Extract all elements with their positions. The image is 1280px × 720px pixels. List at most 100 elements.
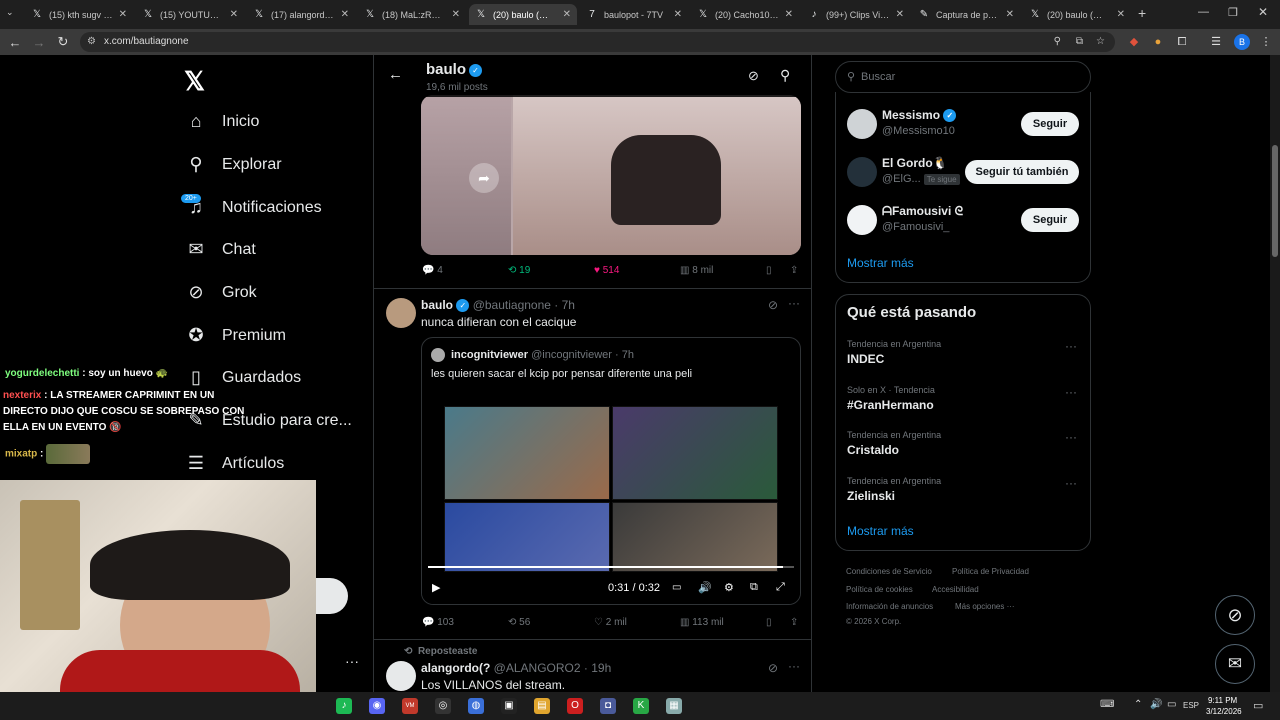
show-more-link[interactable]: Mostrar más — [847, 256, 914, 270]
more-options-icon[interactable]: ··· — [788, 296, 800, 310]
keyboard-icon[interactable]: ⌨ — [1100, 699, 1114, 710]
close-tab-icon[interactable]: ✕ — [1006, 9, 1014, 20]
footer-link[interactable]: Más opciones ··· — [955, 602, 1015, 611]
discord-icon[interactable]: ◉ — [369, 698, 385, 714]
forward-icon[interactable]: → — [27, 35, 51, 50]
follow-button[interactable]: Seguir — [1021, 208, 1079, 232]
tray-chevron-icon[interactable]: ⌃ — [1134, 699, 1142, 710]
fullscreen-icon[interactable]: ⤢ — [776, 581, 785, 594]
grok-icon[interactable]: ⊘ — [768, 298, 778, 312]
like-button[interactable]: ♥ 514 — [594, 265, 619, 276]
trend-more-icon[interactable]: ··· — [1065, 385, 1077, 399]
avatar[interactable] — [847, 109, 877, 139]
avatar[interactable] — [847, 205, 877, 235]
restore-icon[interactable]: ❐ — [1228, 6, 1238, 19]
clock-time[interactable]: 9:11 PM — [1208, 696, 1237, 705]
author-name[interactable]: baulo — [421, 298, 453, 312]
browser-tab[interactable]: 𝕏 (17) alangordo(? ✕ — [247, 4, 355, 25]
bookmark-icon[interactable]: ▯ — [766, 265, 772, 276]
follow-handle[interactable]: @Messismo10 — [882, 125, 955, 137]
footer-link[interactable]: Política de cookies — [846, 585, 913, 594]
sidebar-item-notificaciones[interactable]: ♫ Notificaciones — [186, 197, 321, 218]
extension-icon-1[interactable]: ◆ — [1126, 34, 1142, 50]
bookmark-icon[interactable]: ▯ — [766, 617, 772, 628]
sidebar-item-chat[interactable]: ✉ Chat — [186, 239, 255, 260]
post-button-partial[interactable] — [316, 578, 348, 614]
avatar[interactable] — [386, 298, 416, 328]
trend-item[interactable]: Solo en X · Tendencia #GranHermano ··· — [847, 385, 1077, 412]
spotify-icon[interactable]: ♪ — [336, 698, 352, 714]
close-tab-icon[interactable]: ✕ — [341, 9, 349, 20]
video-progress-track[interactable] — [428, 566, 794, 568]
close-tab-icon[interactable]: ✕ — [1117, 9, 1125, 20]
zoom-icon[interactable]: ⚲ — [1054, 32, 1061, 52]
grok-icon[interactable]: ⊘ — [768, 661, 778, 675]
network-icon[interactable]: ▭ — [1167, 699, 1176, 710]
trend-more-icon[interactable]: ··· — [1065, 339, 1077, 353]
footer-link[interactable]: Política de Privacidad — [952, 567, 1029, 576]
reading-list-icon[interactable]: ☰ — [1208, 34, 1224, 50]
app-icon-2[interactable]: ◘ — [600, 698, 616, 714]
quoted-post[interactable]: incognitviewer @incognitviewer · 7h les … — [421, 337, 801, 605]
minimize-icon[interactable]: — — [1198, 6, 1209, 18]
follow-name[interactable]: El Gordo🐧 — [882, 156, 948, 170]
search-icon[interactable]: ⚲ — [780, 67, 790, 84]
notification-center-icon[interactable]: ▭ — [1253, 699, 1263, 712]
extension-icon-2[interactable]: ● — [1150, 34, 1166, 50]
footer-link[interactable]: Información de anuncios — [846, 602, 933, 611]
sidebar-item-inicio[interactable]: ⌂ Inicio — [186, 111, 260, 132]
chrome-icon[interactable]: ◍ — [468, 698, 484, 714]
browser-tab[interactable]: 𝕏 (20) Cacho10 en X ✕ — [691, 4, 799, 25]
account-more-icon[interactable]: ··· — [345, 653, 359, 669]
follow-name[interactable]: ᗩFamousivi ᘓ — [882, 204, 963, 219]
play-icon[interactable]: ▶ — [432, 581, 440, 594]
share-icon[interactable]: ⇪ — [790, 617, 798, 628]
messages-float-button[interactable]: ✉ — [1215, 644, 1255, 684]
trend-item[interactable]: Tendencia en Argentina Zielinski ··· — [847, 476, 1077, 503]
views-button[interactable]: ▥ 113 mil — [680, 617, 724, 628]
close-tab-icon[interactable]: ✕ — [119, 9, 127, 20]
browser-tab[interactable]: 𝕏 (20) baulo (@bau ✕ — [1023, 4, 1131, 25]
scrollbar-thumb[interactable] — [1272, 145, 1278, 257]
new-tab-button[interactable]: + — [1138, 5, 1146, 21]
volume-tray-icon[interactable]: 🔊 — [1150, 699, 1162, 710]
sidebar-item-premium[interactable]: ✪ Premium — [186, 325, 286, 346]
browser-menu-icon[interactable]: ⋮ — [1258, 34, 1274, 50]
avatar[interactable] — [847, 157, 877, 187]
reply-button[interactable]: 💬 4 — [422, 265, 443, 276]
share-icon[interactable]: ⇪ — [790, 265, 798, 276]
close-window-icon[interactable]: ✕ — [1258, 5, 1268, 19]
author-handle[interactable]: @bautiagnone — [473, 298, 551, 312]
browser-tab[interactable]: 7 baulopot - 7TV ✕ — [580, 4, 688, 25]
obs-icon[interactable]: ◎ — [435, 698, 451, 714]
opera-icon[interactable]: O — [567, 698, 583, 714]
follow-handle[interactable]: @ElG... Te sigue — [882, 173, 960, 185]
avatar[interactable] — [386, 661, 416, 691]
scrollbar[interactable] — [1270, 55, 1280, 692]
bookmark-star-icon[interactable]: ☆ — [1096, 32, 1105, 52]
sidebar-item-grok[interactable]: ⊘ Grok — [186, 282, 256, 303]
trend-more-icon[interactable]: ··· — [1065, 430, 1077, 444]
follow-name[interactable]: Messismo ✓ — [882, 108, 957, 123]
file-explorer-icon[interactable]: ▤ — [534, 698, 550, 714]
pip-icon[interactable]: ⧉ — [750, 581, 758, 594]
browser-tab[interactable]: ♪ (99+) Clips Virales ✕ — [802, 4, 910, 25]
follow-button[interactable]: Seguir — [1021, 112, 1079, 136]
close-tab-icon[interactable]: ✕ — [452, 9, 460, 20]
tab-search-icon[interactable]: ⌄ — [6, 7, 14, 18]
show-more-link[interactable]: Mostrar más — [847, 524, 914, 538]
author-handle[interactable]: @ALANGORO2 — [494, 661, 581, 675]
profile-avatar-icon[interactable]: B — [1234, 34, 1250, 50]
voicemeeter-icon[interactable]: VM — [402, 698, 418, 714]
close-tab-icon[interactable]: ✕ — [674, 9, 682, 20]
sidebar-item-guardados[interactable]: ▯ Guardados — [186, 367, 301, 388]
reload-icon[interactable]: ↻ — [51, 34, 75, 50]
extensions-puzzle-icon[interactable]: ⧠ — [1174, 34, 1190, 50]
browser-tab[interactable]: 𝕏 (15) YOUTUBER C ✕ — [136, 4, 244, 25]
close-tab-icon[interactable]: ✕ — [563, 9, 571, 20]
browser-tab[interactable]: 𝕏 (15) kth sugv en X ✕ — [25, 4, 133, 25]
more-options-icon[interactable]: ··· — [788, 659, 800, 673]
clock-date[interactable]: 3/12/2026 — [1206, 707, 1242, 716]
app-icon[interactable]: ▣ — [501, 698, 517, 714]
repost-button[interactable]: ⟲ 19 — [508, 265, 530, 276]
